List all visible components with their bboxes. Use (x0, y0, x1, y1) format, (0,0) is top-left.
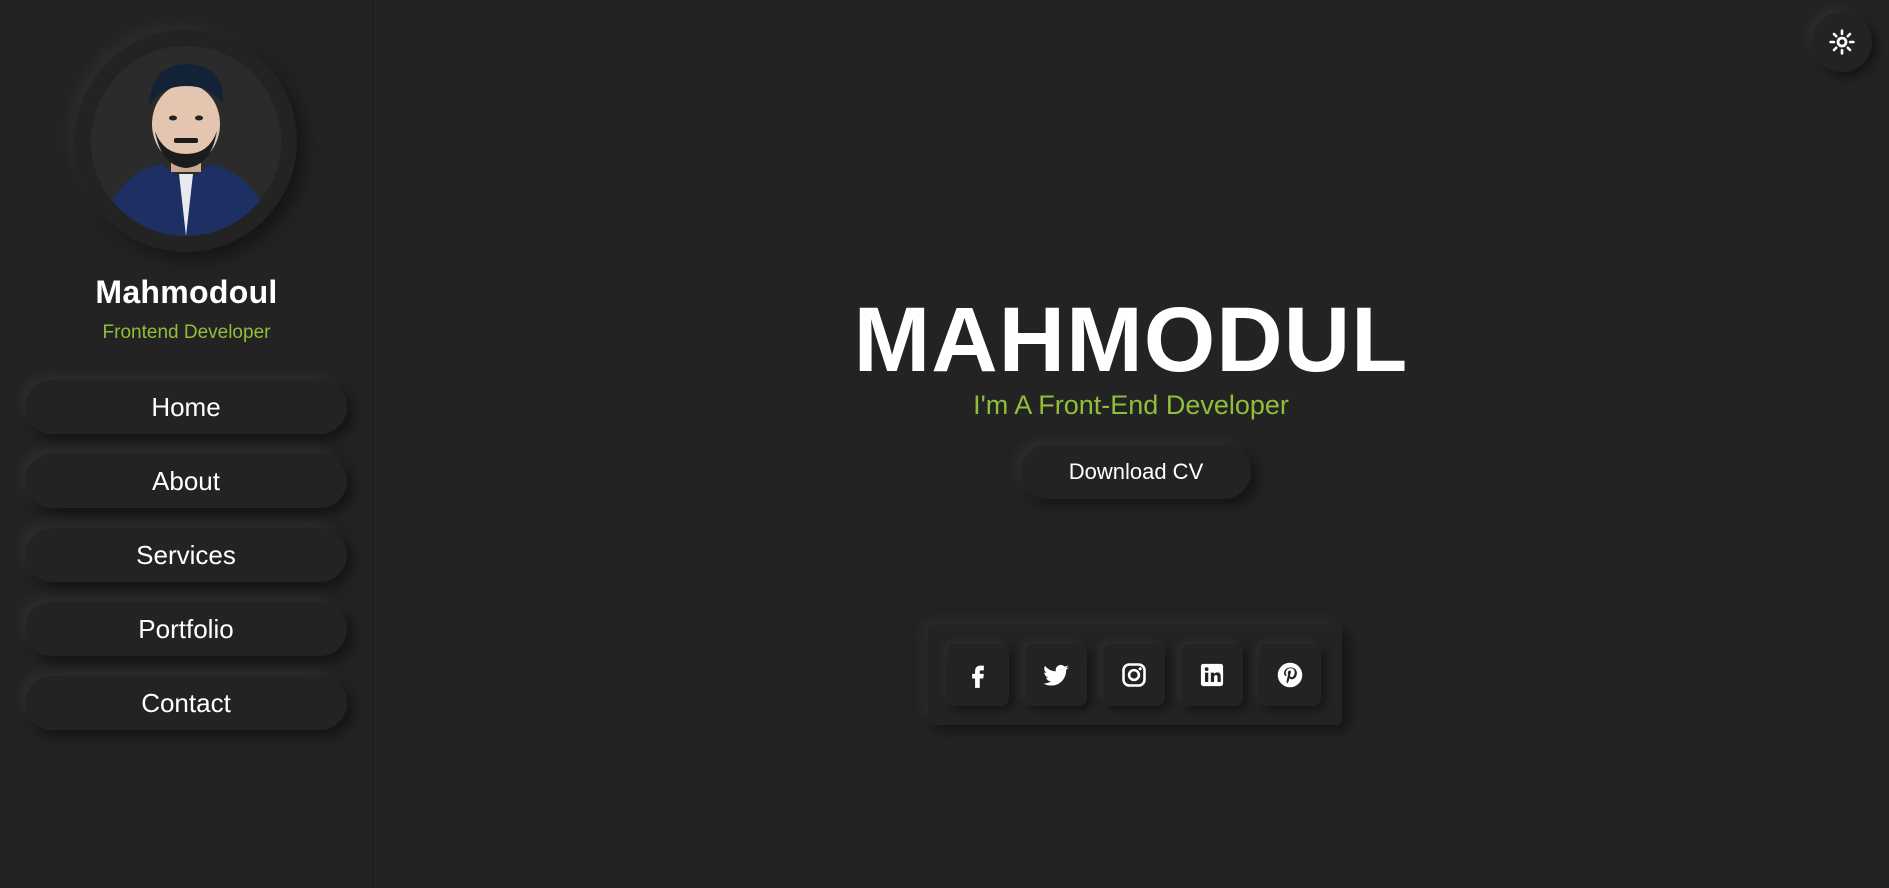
facebook-icon (972, 665, 984, 688)
hero-title: MAHMODUL (853, 289, 1409, 391)
linkedin-link[interactable] (1181, 644, 1243, 706)
profile-role: Frontend Developer (102, 322, 271, 343)
nav-item-about[interactable]: About (25, 454, 347, 508)
facebook-link[interactable] (947, 644, 1009, 706)
instagram-icon (1122, 663, 1146, 687)
nav-item-portfolio[interactable]: Portfolio (25, 602, 347, 656)
sidebar-nav: Home About Services Portfolio Contact (25, 380, 347, 750)
pinterest-link[interactable] (1259, 644, 1321, 706)
social-links (928, 625, 1342, 725)
profile-name: Mahmodoul (95, 274, 278, 310)
hero-subtitle: I'm A Front-End Developer (973, 390, 1289, 420)
nav-item-home[interactable]: Home (25, 380, 347, 434)
twitter-link[interactable] (1025, 644, 1087, 706)
sun-icon (1829, 29, 1855, 55)
linkedin-icon (1200, 663, 1224, 687)
avatar (91, 46, 281, 236)
instagram-link[interactable] (1103, 644, 1165, 706)
profile-photo (91, 46, 281, 236)
download-cv-button[interactable]: Download CV (1021, 445, 1251, 499)
sidebar: Mahmodoul Frontend Developer Home About … (0, 0, 374, 888)
nav-item-services[interactable]: Services (25, 528, 347, 582)
twitter-icon (1043, 664, 1069, 686)
theme-toggle-button[interactable] (1812, 12, 1872, 72)
pinterest-icon (1277, 662, 1303, 688)
nav-item-contact[interactable]: Contact (25, 676, 347, 730)
avatar-frame (75, 30, 297, 252)
